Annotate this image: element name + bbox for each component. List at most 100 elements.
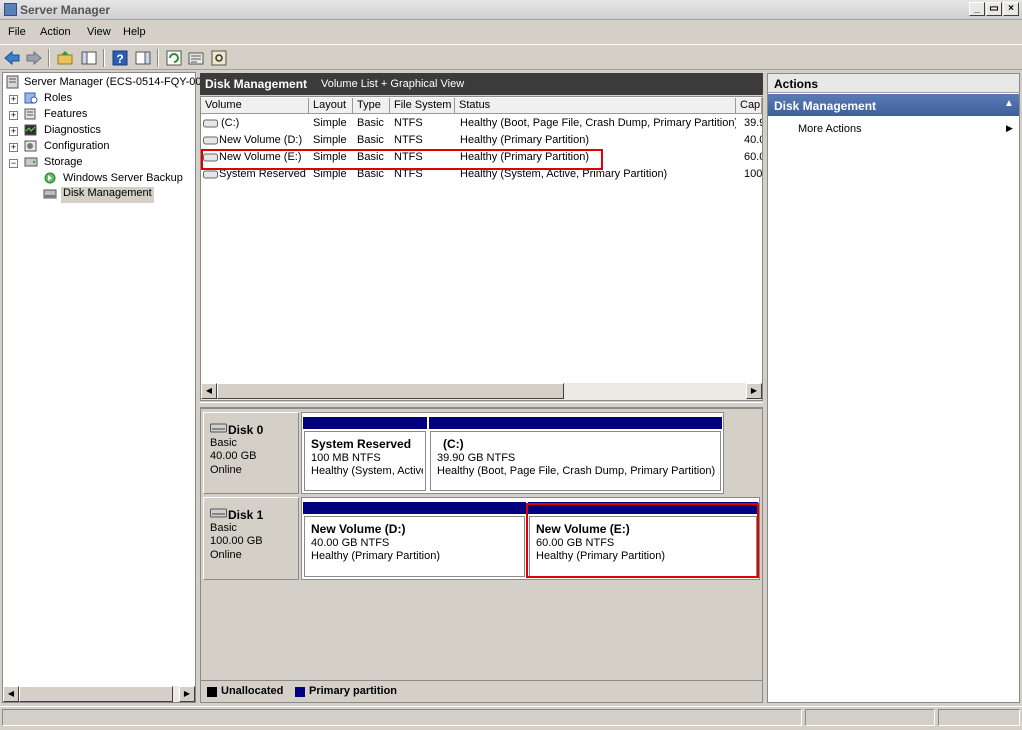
help-icon[interactable]: ?: [111, 49, 129, 67]
column-header-status[interactable]: Status: [455, 98, 736, 114]
refresh-icon[interactable]: [165, 49, 183, 67]
backup-icon: [44, 172, 56, 184]
partition-size: 40.00 GB NTFS: [311, 537, 390, 549]
status-bar: [0, 706, 1022, 728]
partition-box: System Reserved 100 MB NTFS Healthy (Sys…: [304, 431, 426, 491]
minimize-button[interactable]: _: [969, 2, 985, 16]
partition-d[interactable]: New Volume (D:) 40.00 GB NTFS Healthy (P…: [303, 502, 526, 578]
cell-capacity: 100: [744, 168, 762, 180]
cell-status: Healthy (Primary Partition): [460, 134, 589, 146]
partition-c[interactable]: (C:) 39.90 GB NTFS Healthy (Boot, Page F…: [429, 417, 722, 492]
partition-name: New Volume (D:): [311, 523, 406, 536]
expand-icon[interactable]: +: [9, 111, 18, 120]
partition-bar: [303, 417, 427, 429]
partition-system-reserved[interactable]: System Reserved 100 MB NTFS Healthy (Sys…: [303, 417, 427, 492]
restore-button[interactable]: ▭: [986, 2, 1002, 16]
tree-item-storage[interactable]: Storage: [44, 156, 83, 172]
column-header-type[interactable]: Type: [353, 98, 390, 114]
partition-bar: [303, 502, 526, 514]
scroll-thumb[interactable]: [217, 383, 564, 399]
expand-icon[interactable]: +: [9, 127, 18, 136]
cell-type: Basic: [357, 134, 384, 146]
column-header-volume[interactable]: Volume: [201, 98, 309, 114]
expand-icon[interactable]: +: [9, 95, 18, 104]
close-button[interactable]: ×: [1003, 2, 1019, 16]
partition-size: 39.90 GB NTFS: [437, 452, 516, 464]
scroll-thumb[interactable]: [19, 686, 173, 702]
primary-partition-swatch: [295, 687, 305, 697]
toolbar-separator: [103, 49, 105, 67]
actions-title: Actions: [774, 77, 819, 91]
table-row[interactable]: (C:) Simple Basic NTFS Healthy (Boot, Pa…: [201, 115, 762, 132]
disk-management-icon: [43, 189, 57, 199]
partition-name: System Reserved: [311, 438, 412, 451]
up-folder-icon[interactable]: [56, 49, 74, 67]
tree-item-features[interactable]: Features: [44, 108, 87, 124]
features-icon: [24, 108, 36, 120]
scroll-right-button[interactable]: ▶: [746, 383, 762, 399]
disk-name: Disk 1: [228, 508, 264, 522]
highlight-box-row-e: [201, 149, 603, 170]
diagnostics-icon: [24, 124, 37, 136]
list-horizontal-scrollbar[interactable]: ◀ ▶: [201, 383, 762, 400]
tree-item-windows-server-backup[interactable]: Windows Server Backup: [63, 172, 183, 188]
menu-action[interactable]: Action: [40, 26, 71, 38]
disk-0-label[interactable]: Disk 0 Basic 40.00 GB Online: [203, 412, 299, 494]
window-title: Server Manager: [20, 3, 111, 17]
menu-bar: File Action View Help: [0, 22, 1022, 42]
properties-icon[interactable]: [187, 49, 205, 67]
menu-help[interactable]: Help: [123, 26, 146, 38]
legend-primary-partition: Primary partition: [309, 685, 398, 697]
settings-icon[interactable]: [210, 49, 228, 67]
server-manager-icon: [4, 3, 17, 16]
tree-item-diagnostics[interactable]: Diagnostics: [44, 124, 101, 140]
center-subtitle: Volume List + Graphical View: [321, 78, 465, 90]
partition-box: New Volume (D:) 40.00 GB NTFS Healthy (P…: [304, 516, 525, 577]
collapse-icon[interactable]: −: [9, 159, 18, 168]
column-header-file-system[interactable]: File System: [390, 98, 455, 114]
tree-item-roles[interactable]: Roles: [44, 92, 72, 108]
column-header-layout[interactable]: Layout: [309, 98, 353, 114]
tree-horizontal-scrollbar[interactable]: ◀ ▶: [3, 686, 195, 702]
disk-name: Disk 0: [228, 423, 264, 437]
collapse-up-icon[interactable]: ▲: [1004, 98, 1014, 109]
tree-item-disk-management[interactable]: Disk Management: [61, 187, 154, 203]
partition-status: Healthy (Boot, Page File, Crash Dump, Pr…: [437, 465, 716, 477]
partition-bar: [429, 417, 722, 429]
cell-layout: Simple: [313, 134, 347, 146]
partition-size: 100 MB NTFS: [311, 452, 381, 464]
expand-icon[interactable]: +: [9, 143, 18, 152]
more-actions-item[interactable]: More Actions ▶: [768, 120, 1019, 138]
volume-icon: [203, 136, 218, 145]
cell-capacity: 39.9: [744, 117, 762, 129]
menu-view[interactable]: View: [87, 26, 111, 38]
center-header: Disk Management Volume List + Graphical …: [200, 73, 763, 95]
graphical-view: Disk 0 Basic 40.00 GB Online System Rese…: [200, 408, 763, 703]
scroll-right-button[interactable]: ▶: [179, 686, 195, 702]
tree-item-configuration[interactable]: Configuration: [44, 140, 109, 156]
table-row[interactable]: New Volume (D:) Simple Basic NTFS Health…: [201, 132, 762, 149]
title-bar: Server Manager _ ▭ ×: [0, 0, 1022, 20]
disk-size: 100.00 GB: [210, 535, 263, 547]
menu-file[interactable]: File: [8, 26, 26, 38]
highlight-box-partition-e: [526, 503, 759, 578]
partition-status: Healthy (Primary Partition): [311, 550, 440, 562]
action-pane-icon[interactable]: [134, 49, 152, 67]
back-icon[interactable]: [3, 49, 21, 67]
tree-root-label: Server Manager (ECS-0514-FQY-00: [24, 76, 202, 88]
scroll-left-button[interactable]: ◀: [3, 686, 19, 702]
forward-icon[interactable]: [25, 49, 43, 67]
console-tree: Server Manager (ECS-0514-FQY-00 + Roles …: [2, 72, 202, 703]
configuration-icon: [24, 140, 37, 152]
unallocated-swatch: [207, 687, 217, 697]
scroll-left-button[interactable]: ◀: [201, 383, 217, 399]
disk-1-label[interactable]: Disk 1 Basic 100.00 GB Online: [203, 497, 299, 580]
column-header-capacity[interactable]: Cap: [736, 98, 762, 114]
cell-type: Basic: [357, 117, 384, 129]
show-hide-tree-icon[interactable]: [80, 49, 98, 67]
disk-type: Basic: [210, 437, 237, 449]
actions-section-disk-management[interactable]: Disk Management ▲: [768, 94, 1019, 116]
toolbar-separator: [157, 49, 159, 67]
legend: Unallocated Primary partition: [201, 680, 762, 702]
cell-capacity: 40.0: [744, 134, 762, 146]
